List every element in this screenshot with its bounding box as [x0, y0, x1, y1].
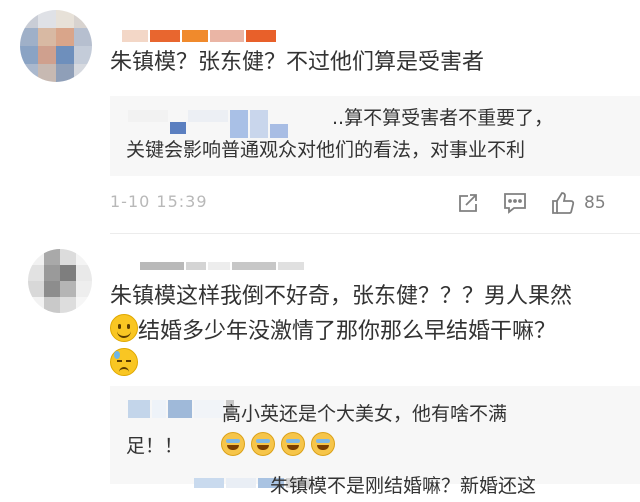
replies-box: 高小英还是个大美女，他有啥不满 足！！ 朱镇模不是刚结婚嘛？新婚还这	[110, 386, 640, 497]
avatar[interactable]	[28, 249, 92, 313]
laugh-emoji-icon	[311, 432, 336, 456]
share-icon	[459, 194, 477, 212]
reply-box[interactable]: ..算不算受害者不重要了， 关键会影响普通观众对他们的看法，对事业不利	[110, 96, 640, 176]
reply-text-line1: ..算不算受害者不重要了，	[332, 107, 554, 129]
reply-text-line1: 高小英还是个大美女，他有啥不满	[222, 403, 508, 425]
comment-button[interactable]	[502, 191, 528, 215]
comment-emoji-line	[110, 348, 138, 383]
comment-item: 朱镇模？张东健？不过他们算是受害者 ..算不算受害者不重要了， 关键会影响普通观…	[0, 0, 640, 234]
action-bar: 85	[456, 190, 606, 216]
comment-text: 朱镇模？张东健？不过他们算是受害者	[110, 50, 485, 75]
timestamp: 1-10 15:39	[110, 192, 208, 211]
reply-text-line1: 朱镇模不是刚结婚嘛？新婚还这	[270, 475, 537, 497]
laugh-emoji-icon	[281, 432, 306, 456]
reply-text-line2: 关键会影响普通观众对他们的看法，对事业不利	[126, 139, 526, 161]
comment-text-line1: 朱镇模这样我倒不好奇，张东健？？？男人果然	[110, 284, 573, 309]
smile-emoji-icon	[110, 314, 138, 342]
comment-text-line2: 结婚多少年没激情了那你那么早结婚干嘛？	[110, 314, 556, 349]
reply-item[interactable]: 高小英还是个大美女，他有啥不满 足！！	[110, 386, 640, 457]
like-count: 85	[584, 193, 606, 213]
reply-text-line2: 足！！	[126, 430, 336, 462]
like-button[interactable]: 85	[550, 190, 606, 216]
comment-icon	[504, 193, 526, 214]
laugh-emoji-icon	[251, 432, 276, 456]
thumbs-up-icon	[552, 192, 575, 214]
comment-text-line2-text: 结婚多少年没激情了那你那么早结婚干嘛？	[138, 319, 557, 344]
comment-item: 朱镇模这样我倒不好奇，张东健？？？男人果然 结婚多少年没激情了那你那么早结婚干嘛…	[0, 234, 640, 497]
sweat-emoji-icon	[110, 348, 138, 376]
username[interactable]	[122, 30, 276, 42]
laugh-emoji-icon	[221, 432, 246, 456]
reply-text-line2-text: 足！！	[126, 435, 184, 457]
avatar[interactable]	[20, 10, 92, 82]
share-button[interactable]	[456, 191, 480, 215]
reply-username[interactable]	[128, 400, 234, 418]
username[interactable]	[140, 262, 304, 270]
reply-item[interactable]: 朱镇模不是刚结婚嘛？新婚还这	[110, 470, 640, 500]
